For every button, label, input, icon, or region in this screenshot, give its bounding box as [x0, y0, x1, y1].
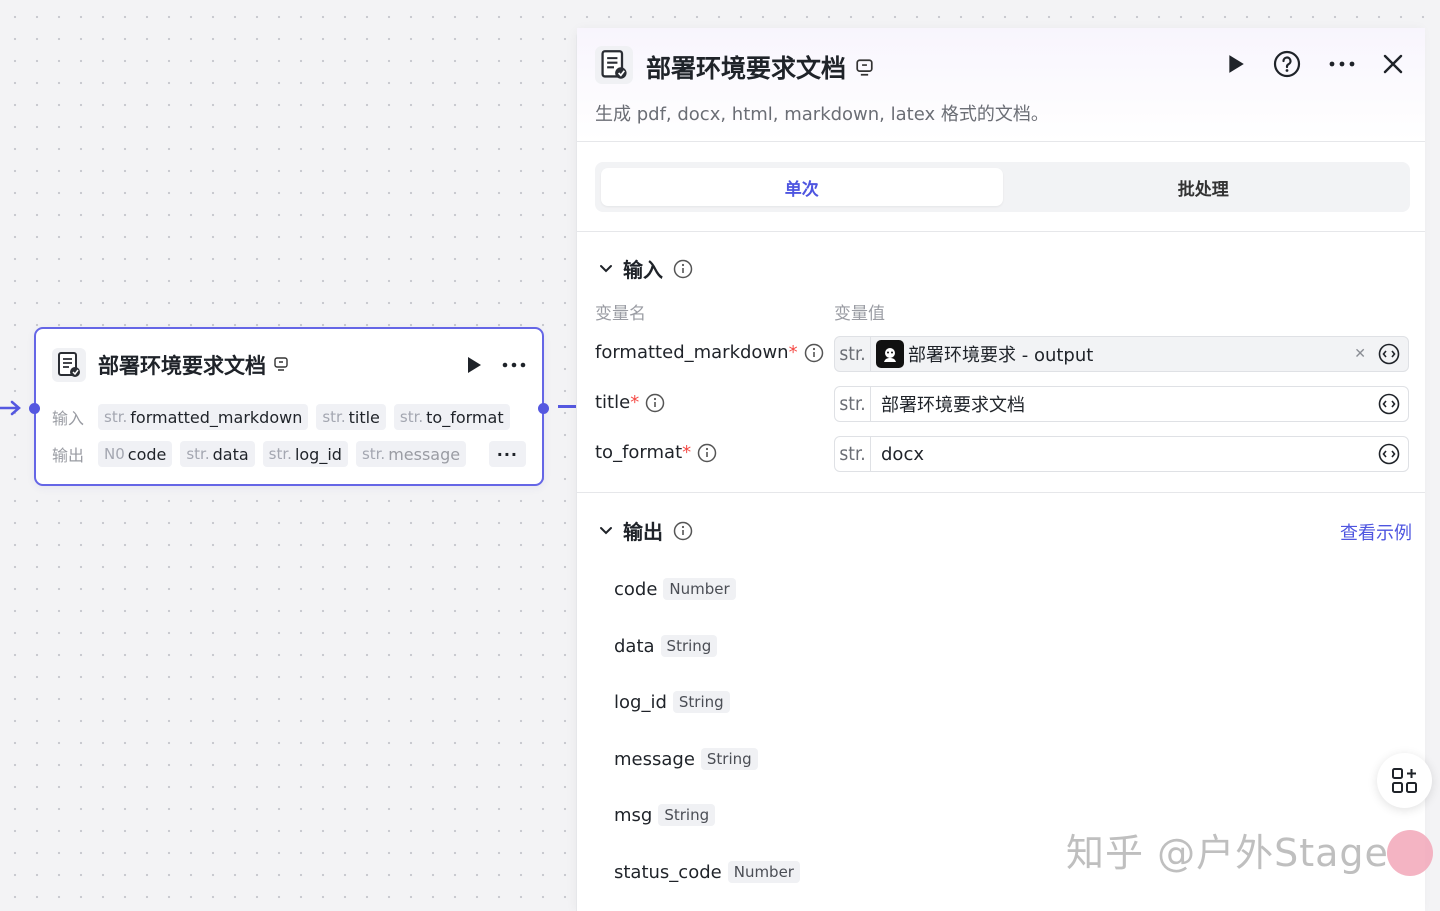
type-badge: String [672, 691, 730, 713]
help-icon[interactable] [1273, 50, 1301, 78]
output-row: data String [614, 635, 718, 657]
info-icon[interactable] [804, 343, 824, 363]
node-input-chip: str. to_format [393, 404, 510, 430]
node-output-chip: str. message [355, 441, 467, 467]
panel-header: 部署环境要求文档 生成 pdf, docx, html, markdown, l… [577, 28, 1425, 142]
node-run-icon[interactable] [466, 356, 482, 374]
plugin-badge-icon [856, 58, 873, 76]
workflow-canvas[interactable]: 部署环境要求文档 输入 str. formatted_markdown str. t… [0, 0, 576, 911]
panel-description: 生成 pdf, docx, html, markdown, latex 格式的文… [595, 104, 1049, 125]
node-outputs-more-button[interactable]: ··· [488, 441, 526, 467]
node-header: 部署环境要求文档 [52, 347, 526, 383]
type-badge: str. [835, 437, 871, 471]
type-badge: str. [835, 387, 871, 421]
info-icon[interactable] [673, 259, 693, 279]
type-badge: Number [663, 578, 736, 600]
node-more-icon[interactable] [502, 362, 526, 368]
info-icon[interactable] [697, 443, 717, 463]
mode-tabs: 单次 批处理 [595, 162, 1410, 212]
type-badge: String [700, 748, 758, 770]
node-outputs-row: 输出 N0 code str. data str. log_id str. messag… [52, 441, 526, 467]
node-config-panel: 部署环境要求文档 生成 pdf, docx, html, markdown, l… [576, 28, 1425, 911]
formatted-markdown-field[interactable]: str. 部署环境要求 - output ✕ [834, 336, 1409, 372]
node-output-port[interactable] [538, 403, 549, 414]
input-section-header[interactable]: 输入 [599, 254, 693, 283]
ref-value-text: 部署环境要求 - output [908, 345, 1094, 366]
apps-plus-icon [1391, 767, 1417, 793]
output-row: log_id String [614, 691, 730, 713]
incoming-edge-arrow-icon [0, 400, 21, 416]
node-input-chip: str. formatted_markdown [98, 404, 309, 430]
node-output-chip: N0 code [98, 441, 173, 467]
watermark-text: 知乎 @户外Stage [1066, 831, 1389, 875]
watermark-avatar-icon [1387, 830, 1433, 876]
clear-icon[interactable]: ✕ [1354, 346, 1366, 362]
input-label-title: title* [595, 392, 665, 413]
close-icon[interactable] [1383, 54, 1403, 74]
divider [577, 492, 1425, 493]
variable-picker-icon[interactable] [1378, 443, 1400, 465]
node-inputs-row: 输入 str. formatted_markdown str. title str.… [52, 404, 526, 430]
output-row: message String [614, 748, 758, 770]
divider [577, 231, 1425, 232]
view-example-link[interactable]: 查看示例 [1340, 519, 1412, 545]
output-row: code Number [614, 578, 736, 600]
type-badge: String [658, 804, 716, 826]
output-section-title: 输出 [623, 520, 663, 544]
info-icon[interactable] [645, 393, 665, 413]
more-icon[interactable] [1329, 61, 1355, 67]
ref-node-avatar-icon [876, 340, 904, 368]
output-section-header[interactable]: 输出 [599, 516, 693, 545]
node-input-chip: str. title [316, 404, 386, 430]
panel-title: 部署环境要求文档 [646, 49, 873, 85]
output-row: status_code Number [614, 861, 800, 883]
type-badge: Number [727, 861, 800, 883]
node-output-chip: str. data [180, 441, 255, 467]
run-icon[interactable] [1227, 54, 1245, 74]
variable-picker-icon[interactable] [1378, 393, 1400, 415]
input-label-formatted-markdown: formatted_markdown* [595, 342, 824, 363]
document-node-card[interactable]: 部署环境要求文档 输入 str. formatted_markdown str. t… [29, 327, 549, 486]
input-label-to-format: to_format* [595, 442, 717, 463]
title-value[interactable]: 部署环境要求文档 [871, 391, 1378, 417]
title-field[interactable]: str. 部署环境要求文档 [834, 386, 1409, 422]
tab-batch[interactable]: 批处理 [1003, 168, 1405, 206]
node-input-label: 输入 [52, 409, 85, 428]
node-title: 部署环境要求文档 [98, 354, 266, 378]
column-variable-name: 变量名 [595, 304, 646, 324]
chevron-down-icon[interactable] [599, 526, 613, 536]
input-section-title: 输入 [623, 258, 663, 282]
document-plugin-icon [52, 348, 86, 382]
to-format-field[interactable]: str. docx [834, 436, 1409, 472]
plugin-badge-icon [274, 356, 288, 375]
document-plugin-icon [595, 46, 633, 84]
apps-add-button[interactable] [1377, 753, 1432, 808]
column-variable-value: 变量值 [834, 304, 885, 324]
node-output-chip: str. log_id [262, 441, 348, 467]
info-icon[interactable] [673, 521, 693, 541]
chevron-down-icon[interactable] [599, 264, 613, 274]
node-input-port[interactable] [29, 403, 40, 414]
type-badge: String [660, 635, 718, 657]
type-badge: str. [835, 337, 871, 371]
output-row: msg String [614, 804, 716, 826]
tab-single[interactable]: 单次 [601, 168, 1003, 206]
variable-picker-icon[interactable] [1378, 343, 1400, 365]
outgoing-edge [558, 405, 576, 408]
to-format-value[interactable]: docx [871, 444, 1378, 465]
node-output-label: 输出 [52, 446, 85, 465]
